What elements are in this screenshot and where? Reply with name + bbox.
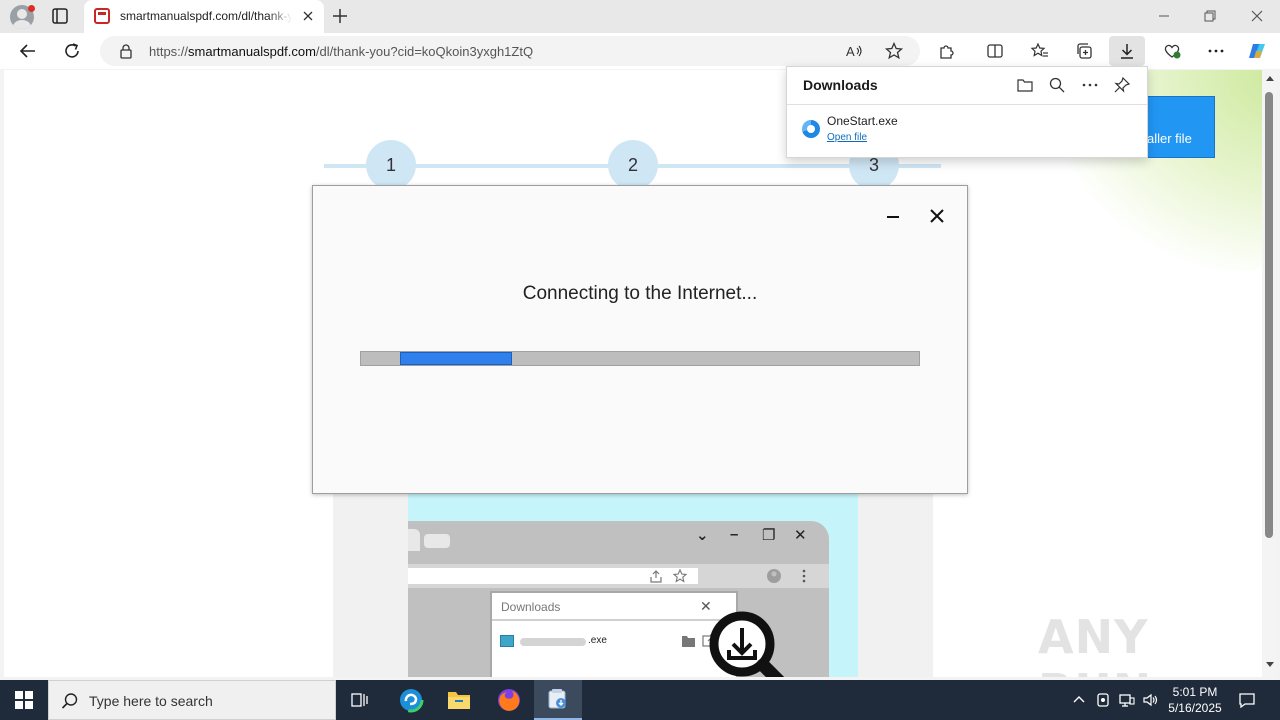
windows-taskbar: Type here to search 5:01 PM 5/16/2025 (0, 680, 1280, 720)
illustration-file-extension: .exe (588, 635, 607, 646)
downloads-more-options-icon[interactable] (1081, 76, 1099, 94)
dialog-minimize-icon[interactable] (885, 208, 901, 224)
title-bar: smartmanualspdf.com/dl/thank-you?cid=koQ… (0, 0, 1280, 33)
illustration-url-bar (408, 564, 829, 588)
notifications-icon[interactable] (1238, 691, 1256, 709)
browser-tab[interactable]: smartmanualspdf.com/dl/thank-you?cid=koQ… (84, 0, 324, 33)
copilot-icon[interactable] (1245, 39, 1269, 63)
network-icon[interactable] (1118, 691, 1136, 709)
divider (787, 104, 1147, 105)
split-screen-icon[interactable] (983, 39, 1007, 63)
illustration-downloads-panel: Downloads ✕ .exe (490, 591, 738, 677)
scroll-thumb[interactable] (1265, 92, 1273, 538)
illustration-restore-icon: ❐ (762, 527, 776, 544)
task-view-icon (351, 693, 368, 707)
step-1: 1 (366, 140, 416, 190)
lock-icon[interactable] (118, 43, 134, 59)
illustration-menu-icon (802, 569, 806, 583)
illustration-chevron-icon: ⌄ (696, 527, 709, 544)
download-illustration: ⌄ – ❐ ✕ Downloads ✕ .exe (408, 494, 858, 677)
refresh-icon[interactable] (60, 39, 84, 63)
illustration-minimize-icon: – (730, 526, 739, 543)
taskbar-installer-button[interactable] (534, 680, 582, 720)
page-scrollbar[interactable] (1262, 70, 1276, 677)
file-explorer-icon (448, 692, 470, 709)
connection-progress-bar (360, 351, 920, 366)
taskbar-edge-button[interactable] (387, 680, 435, 720)
illustration-tab (424, 534, 450, 548)
illustration-file-icon (500, 635, 514, 647)
step-2: 2 (608, 140, 658, 190)
restore-window-icon[interactable] (1200, 6, 1220, 26)
firefox-icon (498, 689, 520, 711)
browser-toolbar: https://smartmanualspdf.com/dl/thank-you… (0, 33, 1280, 69)
illustration-share-icon (650, 570, 662, 583)
taskbar-search-box[interactable]: Type here to search (48, 680, 336, 720)
clock-date: 5/16/2025 (1168, 701, 1222, 715)
back-arrow-icon[interactable] (16, 39, 40, 63)
illustration-close-icon: ✕ (794, 527, 807, 544)
tab-actions-icon[interactable] (50, 6, 70, 26)
search-placeholder: Type here to search (89, 693, 213, 709)
search-downloads-icon[interactable] (1048, 76, 1066, 94)
read-aloud-icon[interactable]: A (842, 39, 866, 63)
installer-dialog: Connecting to the Internet... (312, 185, 968, 494)
site-favicon-icon (94, 8, 110, 24)
url-text[interactable]: https://smartmanualspdf.com/dl/thank-you… (149, 44, 533, 59)
start-button[interactable] (0, 680, 48, 720)
search-icon (61, 693, 78, 709)
installer-button-label: aller file (1147, 131, 1192, 146)
volume-icon[interactable] (1142, 691, 1160, 709)
scroll-down-arrow-icon[interactable] (1266, 662, 1274, 667)
task-view-button[interactable] (336, 680, 384, 720)
clock-time: 5:01 PM (1172, 685, 1218, 699)
new-tab-icon[interactable] (330, 6, 350, 26)
dialog-close-icon[interactable] (929, 208, 945, 224)
url-prefix: https:// (149, 44, 189, 59)
settings-more-icon[interactable] (1204, 39, 1228, 63)
illustration-tab (408, 529, 420, 551)
dialog-status-text: Connecting to the Internet... (522, 283, 758, 304)
browser-essentials-icon[interactable] (1160, 39, 1184, 63)
close-window-icon[interactable] (1247, 6, 1267, 26)
illustration-star-icon (672, 568, 688, 583)
tab-close-icon[interactable] (300, 8, 316, 24)
installer-app-icon (548, 689, 566, 709)
svg-text:A: A (846, 44, 855, 59)
favorite-star-icon[interactable] (882, 39, 906, 63)
illustration-folder-icon (682, 636, 695, 647)
address-bar[interactable]: https://smartmanualspdf.com/dl/thank-you… (100, 36, 920, 66)
edge-icon (398, 687, 424, 713)
illustration-downloads-title: Downloads (501, 600, 561, 614)
progress-bar-fill (400, 352, 512, 365)
downloads-flyout-title: Downloads (803, 77, 878, 93)
onestart-app-icon (802, 120, 820, 138)
downloads-icon[interactable] (1109, 36, 1145, 66)
profile-notification-dot (28, 5, 35, 12)
favorites-icon[interactable] (1028, 39, 1052, 63)
tab-title: smartmanualspdf.com/dl/thank-you?cid=koQ… (120, 9, 292, 23)
divider (492, 619, 736, 621)
illustration-blurred-filename (520, 638, 586, 646)
windows-logo-icon (15, 691, 33, 709)
minimize-window-icon[interactable] (1154, 6, 1174, 26)
scroll-up-arrow-icon[interactable] (1266, 76, 1274, 81)
system-clock[interactable]: 5:01 PM 5/16/2025 (1160, 684, 1230, 716)
taskbar-firefox-button[interactable] (485, 680, 533, 720)
extensions-icon[interactable] (935, 39, 959, 63)
downloaded-file-name[interactable]: OneStart.exe (827, 114, 898, 128)
illustration-profile-icon (767, 569, 781, 583)
open-file-link[interactable]: Open file (827, 132, 867, 143)
magnifier-download-icon (709, 611, 785, 677)
taskbar-file-explorer-button[interactable] (435, 680, 483, 720)
open-downloads-folder-icon[interactable] (1016, 76, 1034, 94)
downloads-flyout: Downloads OneStart.exe Open file (786, 66, 1148, 158)
url-host: smartmanualspdf.com (188, 44, 316, 59)
url-path: /dl/thank-you?cid=koQkoin3yxgh1ZtQ (315, 44, 534, 59)
anyrun-watermark: ANY RUN (1038, 610, 1151, 677)
show-hidden-icons-chevron-icon[interactable] (1070, 691, 1088, 709)
tray-device-icon[interactable] (1094, 691, 1112, 709)
collections-icon[interactable] (1072, 39, 1096, 63)
pin-downloads-icon[interactable] (1113, 76, 1131, 94)
